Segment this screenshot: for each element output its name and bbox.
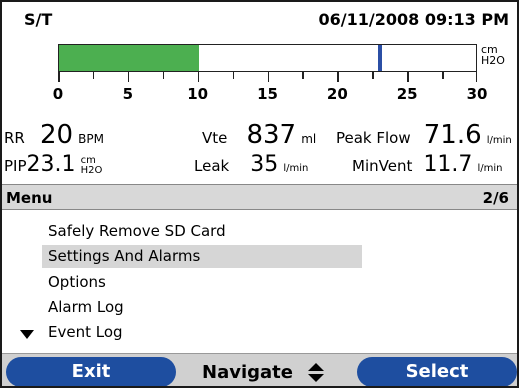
- minvent-unit: l/min: [477, 163, 503, 174]
- pressure-bar-fill: [59, 45, 199, 71]
- scale-tick-label: 20: [326, 85, 348, 103]
- vte-value: 837: [246, 120, 297, 150]
- scale-tick: [232, 72, 235, 79]
- scale-tick-label: 30: [466, 85, 488, 103]
- pressure-unit: cm H2O: [481, 44, 505, 66]
- pressure-marker: [378, 45, 383, 71]
- pip-unit: cm H2O: [81, 156, 103, 176]
- peak-flow-label: Peak Flow: [336, 129, 411, 147]
- pip-unit-h2o: H2O: [80, 165, 103, 176]
- minvent-label: MinVent: [352, 157, 413, 175]
- pressure-scale-labels: 0 5 10 15 20 25 30: [53, 85, 488, 105]
- therapy-mode: S/T: [24, 10, 53, 29]
- vte-label: Vte: [202, 129, 228, 147]
- minvent-value: 11.7: [423, 152, 473, 177]
- menu-item-settings-and-alarms[interactable]: Settings And Alarms: [42, 245, 362, 268]
- scale-tick: [162, 72, 165, 79]
- peak-flow-value: 71.6: [423, 120, 482, 150]
- menu-item-safely-remove-sd-card[interactable]: Safely Remove SD Card: [42, 220, 362, 243]
- scale-tick: [442, 72, 444, 79]
- scale-tick: [267, 72, 269, 82]
- menu-header: Menu 2/6: [2, 184, 517, 210]
- leak-value: 35: [250, 152, 279, 177]
- exit-button[interactable]: Exit: [6, 357, 176, 386]
- peak-flow-reading: Peak Flow 71.6 l/min: [336, 120, 512, 150]
- scale-tick: [372, 72, 374, 79]
- peak-flow-unit: l/min: [486, 135, 512, 146]
- scroll-down-icon[interactable]: [20, 330, 34, 339]
- leak-label: Leak: [194, 157, 230, 175]
- scale-tick-label: 15: [257, 85, 278, 103]
- scale-tick-label: 10: [187, 85, 209, 103]
- scale-tick-label: 5: [122, 85, 134, 103]
- ventilator-screen: S/T 06/11/2008 09:13 PM cm H2O 0 5 10 15 20 2…: [0, 0, 519, 388]
- navigate-label: Navigate: [202, 362, 293, 383]
- scale-tick: [127, 72, 130, 82]
- down-arrow-icon: [308, 374, 324, 382]
- softkey-bar: Exit Navigate Select: [2, 353, 517, 386]
- pressure-bar: [58, 44, 477, 72]
- rr-label: RR: [4, 129, 25, 147]
- scale-tick-label: 25: [396, 85, 418, 103]
- pressure-scale-ticks: [58, 72, 477, 82]
- minvent-reading: MinVent 11.7 l/min: [352, 152, 503, 177]
- scale-tick: [337, 72, 339, 82]
- scale-tick: [475, 72, 477, 82]
- scale-tick: [302, 72, 304, 79]
- rr-unit: BPM: [78, 132, 104, 146]
- scale-tick-label: 0: [52, 85, 64, 103]
- date-time: 06/11/2008 09:13 PM: [318, 10, 509, 29]
- pip-reading: PIP23.1 cm H2O: [4, 152, 102, 177]
- scale-tick: [197, 72, 200, 82]
- scale-tick: [58, 72, 60, 82]
- menu-item-alarm-log[interactable]: Alarm Log: [42, 296, 362, 319]
- vte-reading: Vte 837 ml: [202, 120, 316, 150]
- pressure-unit-h2o: H2O: [481, 54, 505, 67]
- menu-item-event-log[interactable]: Event Log: [42, 321, 362, 344]
- menu-title: Menu: [6, 189, 53, 207]
- up-down-arrows-icon: [308, 363, 324, 383]
- menu-item-options[interactable]: Options: [42, 271, 362, 294]
- rr-value: 20: [39, 120, 74, 150]
- pip-value: 23.1: [26, 152, 76, 177]
- scale-tick: [407, 72, 409, 82]
- up-arrow-icon: [308, 363, 324, 371]
- leak-reading: Leak 35 l/min: [194, 152, 308, 177]
- vte-unit: ml: [301, 132, 317, 146]
- select-button[interactable]: Select: [357, 357, 517, 386]
- scale-tick: [92, 72, 95, 79]
- pip-label: PIP: [4, 157, 27, 175]
- status-header: S/T 06/11/2008 09:13 PM: [12, 10, 509, 30]
- leak-unit: l/min: [283, 163, 309, 174]
- menu-page-indicator: 2/6: [482, 189, 509, 207]
- rr-reading: RR 20 BPM: [4, 120, 104, 150]
